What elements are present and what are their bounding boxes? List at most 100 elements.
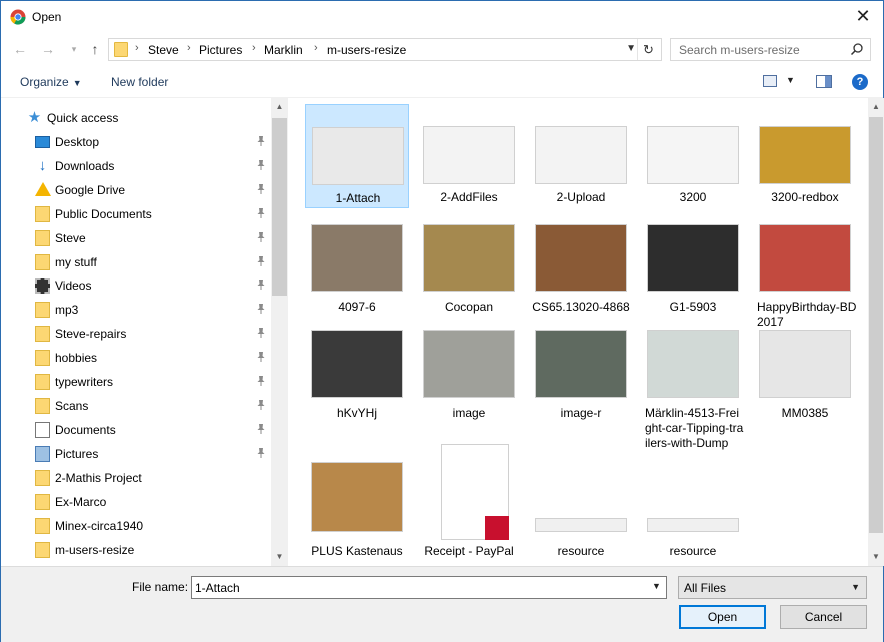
file-item[interactable]: 2-Upload <box>529 104 633 208</box>
file-item[interactable]: 1-Attach <box>305 104 409 208</box>
file-name-input[interactable] <box>191 576 667 599</box>
chrome-icon <box>10 9 26 25</box>
file-item[interactable]: image-r <box>529 320 633 438</box>
scroll-down-arrow-icon[interactable]: ▼ <box>271 552 288 561</box>
folder-icon <box>35 470 50 486</box>
pin-icon <box>257 400 265 410</box>
file-item[interactable]: Receipt - PayPal <box>417 444 521 558</box>
nav-item-label: Google Drive <box>55 183 126 197</box>
file-item[interactable]: CS65.13020-4868 <box>529 214 633 318</box>
folder-icon <box>35 398 50 414</box>
nav-quick-access[interactable]: ★ Quick access <box>1 106 271 130</box>
search-box[interactable]: Search m-users-resize <box>670 38 871 61</box>
scroll-down-arrow-icon[interactable]: ▼ <box>868 552 884 561</box>
pin-icon <box>257 424 265 434</box>
downloads-icon: ↓ <box>38 157 47 174</box>
file-thumbnail <box>311 330 403 398</box>
pin-icon <box>257 304 265 314</box>
file-item[interactable]: HappyBirthday-BD2017 <box>753 214 857 329</box>
nav-item[interactable]: Pictures <box>1 442 271 466</box>
file-item[interactable]: resource <box>641 444 745 558</box>
file-thumbnail <box>311 224 403 292</box>
folder-icon <box>35 206 50 222</box>
nav-item[interactable]: my stuff <box>1 250 271 274</box>
preview-pane-icon[interactable] <box>816 75 832 88</box>
nav-scrollbar[interactable]: ▲ ▼ <box>271 98 288 566</box>
file-item[interactable]: 2-AddFiles <box>417 104 521 208</box>
breadcrumb-marklin[interactable]: Marklin <box>264 43 303 57</box>
file-item[interactable]: hKvYHj <box>305 320 409 438</box>
file-item[interactable]: PLUS Kastenaus <box>305 444 409 558</box>
file-item[interactable]: MM0385 <box>753 320 857 438</box>
cancel-button[interactable]: Cancel <box>780 605 867 629</box>
nav-item[interactable]: hobbies <box>1 346 271 370</box>
breadcrumb-steve[interactable]: Steve <box>148 43 179 57</box>
recent-locations-icon[interactable]: ▾ <box>65 40 83 58</box>
chevron-down-icon[interactable]: ▼ <box>626 43 636 54</box>
file-name: 3200 <box>679 190 707 204</box>
search-icon <box>850 43 863 56</box>
open-dialog: Open ✕ ← → ▾ ↑ › Steve › Pictures › Mark… <box>0 0 884 642</box>
new-folder-button[interactable]: New folder <box>111 75 168 89</box>
chevron-down-icon[interactable]: ▼ <box>786 75 795 85</box>
folder-icon <box>35 302 50 318</box>
file-item[interactable]: 4097-6 <box>305 214 409 318</box>
nav-item[interactable]: 2-Mathis Project <box>1 466 271 490</box>
forward-arrow-icon[interactable]: → <box>39 40 57 58</box>
nav-item[interactable]: ↓ Downloads <box>1 154 271 178</box>
help-icon[interactable]: ? <box>852 74 868 90</box>
chevron-right-icon: › <box>314 42 318 54</box>
breadcrumb-m-users-resize[interactable]: m-users-resize <box>327 43 406 57</box>
nav-item[interactable]: mp3 <box>1 298 271 322</box>
file-thumbnail <box>647 518 739 532</box>
nav-item[interactable]: Videos <box>1 274 271 298</box>
pin-icon <box>257 208 265 218</box>
up-arrow-icon[interactable]: ↑ <box>86 40 104 58</box>
breadcrumb-pictures[interactable]: Pictures <box>199 43 242 57</box>
close-button[interactable]: ✕ <box>847 3 879 29</box>
chevron-down-icon[interactable]: ▼ <box>652 581 661 591</box>
file-item[interactable]: 3200 <box>641 104 745 208</box>
nav-item[interactable]: Steve <box>1 226 271 250</box>
nav-item-label: Steve <box>55 231 86 245</box>
pin-icon <box>257 328 265 338</box>
file-item[interactable]: resource <box>529 444 633 558</box>
file-thumbnail <box>535 126 627 184</box>
nav-item[interactable]: m-users-resize <box>1 538 271 562</box>
content-scrollbar[interactable]: ▲ ▼ <box>868 98 884 566</box>
back-arrow-icon[interactable]: ← <box>11 40 29 58</box>
nav-item[interactable]: typewriters <box>1 370 271 394</box>
file-thumbnail <box>311 462 403 532</box>
scroll-up-arrow-icon[interactable]: ▲ <box>868 102 884 111</box>
nav-item-label: hobbies <box>55 351 98 365</box>
file-item[interactable]: Cocopan <box>417 214 521 318</box>
nav-item[interactable]: Ex-Marco <box>1 490 271 514</box>
file-type-select[interactable]: All Files ▼ <box>678 576 867 599</box>
file-thumbnail <box>759 126 851 184</box>
content-scrollbar-thumb[interactable] <box>869 117 883 533</box>
nav-item[interactable]: Public Documents <box>1 202 271 226</box>
chevron-right-icon: › <box>187 42 191 54</box>
folder-icon <box>35 374 50 390</box>
file-item[interactable]: Märklin-4513-Freight-car-Tipping-trailer… <box>641 320 745 450</box>
nav-item[interactable]: Documents <box>1 418 271 442</box>
nav-item[interactable]: Minex-circa1940 <box>1 514 271 538</box>
scroll-up-arrow-icon[interactable]: ▲ <box>271 102 288 111</box>
file-item[interactable]: image <box>417 320 521 438</box>
file-item[interactable]: 3200-redbox <box>753 104 857 208</box>
nav-scrollbar-thumb[interactable] <box>272 118 287 296</box>
nav-item[interactable]: Google Drive <box>1 178 271 202</box>
refresh-icon[interactable]: ↻ <box>637 39 659 60</box>
file-name: image <box>452 406 486 420</box>
file-type-value: All Files <box>684 581 727 595</box>
file-item[interactable]: G1-5903 <box>641 214 745 318</box>
view-options-icon[interactable] <box>763 75 777 87</box>
organize-button[interactable]: Organize ▼ <box>20 75 82 89</box>
nav-item[interactable]: Steve-repairs <box>1 322 271 346</box>
nav-item[interactable]: Desktop <box>1 130 271 154</box>
chevron-down-icon: ▼ <box>851 582 860 592</box>
folder-icon <box>35 518 50 534</box>
open-button[interactable]: Open <box>679 605 766 629</box>
address-bar[interactable]: › Steve › Pictures › Marklin › m-users-r… <box>108 38 662 61</box>
nav-item[interactable]: Scans <box>1 394 271 418</box>
